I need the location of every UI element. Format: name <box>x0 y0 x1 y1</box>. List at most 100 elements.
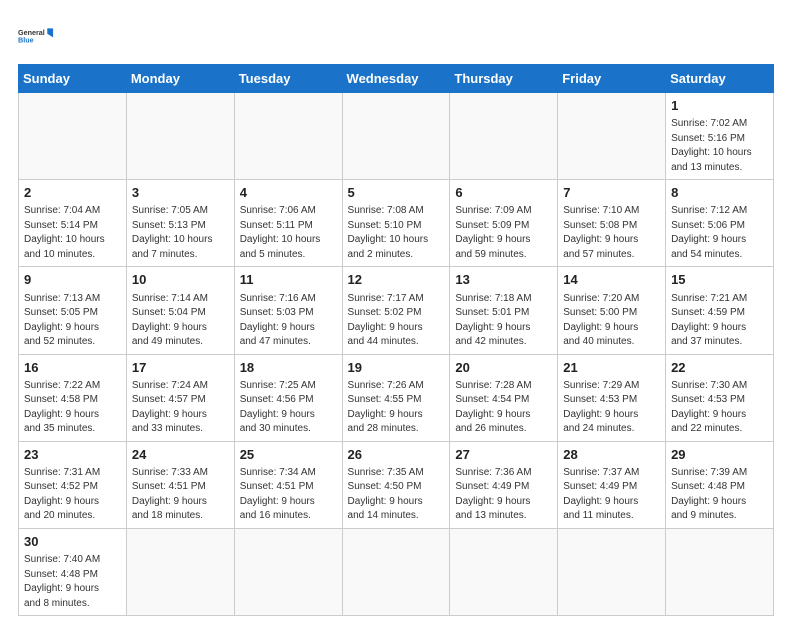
day-info: Sunrise: 7:08 AM Sunset: 5:10 PM Dayligh… <box>348 204 445 262</box>
calendar-cell: 30Sunrise: 7:40 AM Sunset: 4:48 PM Dayli… <box>19 528 127 615</box>
day-number: 16 <box>24 359 121 377</box>
calendar-cell: 1 Sunrise: 7:02 AM Sunset: 5:16 PM Daylig… <box>666 93 774 180</box>
weekday-header-saturday: Saturday <box>666 65 774 93</box>
day-info: Sunrise: 7:25 AM Sunset: 4:56 PM Dayligh… <box>240 379 337 437</box>
weekday-header-row: SundayMondayTuesdayWednesdayThursdayFrid… <box>19 65 774 93</box>
day-number: 21 <box>563 359 660 377</box>
day-info: Sunrise: 7:13 AM Sunset: 5:05 PM Dayligh… <box>24 292 121 350</box>
day-number: 26 <box>348 446 445 464</box>
day-number: 18 <box>240 359 337 377</box>
calendar-cell: 18 Sunrise: 7:25 AM Sunset: 4:56 PM Dayli… <box>234 354 342 441</box>
calendar-cell: 17 Sunrise: 7:24 AM Sunset: 4:57 PM Dayli… <box>126 354 234 441</box>
calendar-cell: 25Sunrise: 7:34 AM Sunset: 4:51 PM Dayli… <box>234 441 342 528</box>
day-info: Sunrise: 7:18 AM Sunset: 5:01 PM Dayligh… <box>455 292 552 350</box>
day-number: 3 <box>132 184 229 202</box>
calendar-cell <box>558 93 666 180</box>
day-info: Sunrise: 7:17 AM Sunset: 5:02 PM Dayligh… <box>348 292 445 350</box>
calendar-cell <box>234 528 342 615</box>
day-number: 2 <box>24 184 121 202</box>
calendar-cell <box>342 93 450 180</box>
day-number: 23 <box>24 446 121 464</box>
day-info: Sunrise: 7:12 AM Sunset: 5:06 PM Dayligh… <box>671 204 768 262</box>
page: GeneralBlue SundayMondayTuesdayWednesday… <box>0 0 792 626</box>
calendar-cell: 29Sunrise: 7:39 AM Sunset: 4:48 PM Dayli… <box>666 441 774 528</box>
day-number: 5 <box>348 184 445 202</box>
day-number: 20 <box>455 359 552 377</box>
day-number: 15 <box>671 271 768 289</box>
day-number: 4 <box>240 184 337 202</box>
calendar-cell <box>19 93 127 180</box>
calendar-cell: 28 Sunrise: 7:37 AM Sunset: 4:49 PM Dayli… <box>558 441 666 528</box>
day-info: Sunrise: 7:21 AM Sunset: 4:59 PM Dayligh… <box>671 292 768 350</box>
calendar-cell <box>126 93 234 180</box>
calendar-cell <box>342 528 450 615</box>
calendar-cell: 19Sunrise: 7:26 AM Sunset: 4:55 PM Dayli… <box>342 354 450 441</box>
calendar-cell: 27 Sunrise: 7:36 AM Sunset: 4:49 PM Dayli… <box>450 441 558 528</box>
logo: GeneralBlue <box>18 18 54 54</box>
day-number: 6 <box>455 184 552 202</box>
calendar-cell <box>450 93 558 180</box>
calendar-cell: 7 Sunrise: 7:10 AM Sunset: 5:08 PM Daylig… <box>558 180 666 267</box>
day-number: 19 <box>348 359 445 377</box>
day-info: Sunrise: 7:31 AM Sunset: 4:52 PM Dayligh… <box>24 466 121 524</box>
calendar-cell: 23 Sunrise: 7:31 AM Sunset: 4:52 PM Dayli… <box>19 441 127 528</box>
day-info: Sunrise: 7:10 AM Sunset: 5:08 PM Dayligh… <box>563 204 660 262</box>
day-number: 13 <box>455 271 552 289</box>
day-number: 27 <box>455 446 552 464</box>
calendar-week-row: 16Sunrise: 7:22 AM Sunset: 4:58 PM Dayli… <box>19 354 774 441</box>
day-number: 17 <box>132 359 229 377</box>
day-number: 7 <box>563 184 660 202</box>
calendar-cell: 9 Sunrise: 7:13 AM Sunset: 5:05 PM Daylig… <box>19 267 127 354</box>
calendar-cell: 11 Sunrise: 7:16 AM Sunset: 5:03 PM Dayli… <box>234 267 342 354</box>
day-number: 29 <box>671 446 768 464</box>
day-number: 14 <box>563 271 660 289</box>
day-info: Sunrise: 7:30 AM Sunset: 4:53 PM Dayligh… <box>671 379 768 437</box>
day-info: Sunrise: 7:02 AM Sunset: 5:16 PM Dayligh… <box>671 117 768 175</box>
calendar-week-row: 2Sunrise: 7:04 AM Sunset: 5:14 PM Daylig… <box>19 180 774 267</box>
day-info: Sunrise: 7:14 AM Sunset: 5:04 PM Dayligh… <box>132 292 229 350</box>
day-info: Sunrise: 7:35 AM Sunset: 4:50 PM Dayligh… <box>348 466 445 524</box>
day-number: 25 <box>240 446 337 464</box>
day-info: Sunrise: 7:24 AM Sunset: 4:57 PM Dayligh… <box>132 379 229 437</box>
calendar-cell: 13 Sunrise: 7:18 AM Sunset: 5:01 PM Dayli… <box>450 267 558 354</box>
weekday-header-friday: Friday <box>558 65 666 93</box>
calendar-cell: 14Sunrise: 7:20 AM Sunset: 5:00 PM Dayli… <box>558 267 666 354</box>
day-number: 8 <box>671 184 768 202</box>
calendar-table: SundayMondayTuesdayWednesdayThursdayFrid… <box>18 64 774 616</box>
day-info: Sunrise: 7:28 AM Sunset: 4:54 PM Dayligh… <box>455 379 552 437</box>
calendar-cell <box>234 93 342 180</box>
calendar-cell: 22 Sunrise: 7:30 AM Sunset: 4:53 PM Dayli… <box>666 354 774 441</box>
calendar-cell: 8 Sunrise: 7:12 AM Sunset: 5:06 PM Daylig… <box>666 180 774 267</box>
day-number: 11 <box>240 271 337 289</box>
calendar-week-row: 30Sunrise: 7:40 AM Sunset: 4:48 PM Dayli… <box>19 528 774 615</box>
calendar-cell <box>450 528 558 615</box>
weekday-header-monday: Monday <box>126 65 234 93</box>
day-info: Sunrise: 7:37 AM Sunset: 4:49 PM Dayligh… <box>563 466 660 524</box>
day-number: 22 <box>671 359 768 377</box>
day-number: 12 <box>348 271 445 289</box>
day-number: 10 <box>132 271 229 289</box>
calendar-cell: 26 Sunrise: 7:35 AM Sunset: 4:50 PM Dayli… <box>342 441 450 528</box>
day-number: 28 <box>563 446 660 464</box>
day-number: 24 <box>132 446 229 464</box>
svg-text:Blue: Blue <box>18 36 34 45</box>
calendar-cell: 15 Sunrise: 7:21 AM Sunset: 4:59 PM Dayli… <box>666 267 774 354</box>
day-number: 30 <box>24 533 121 551</box>
day-info: Sunrise: 7:33 AM Sunset: 4:51 PM Dayligh… <box>132 466 229 524</box>
weekday-header-wednesday: Wednesday <box>342 65 450 93</box>
weekday-header-sunday: Sunday <box>19 65 127 93</box>
calendar-cell: 16Sunrise: 7:22 AM Sunset: 4:58 PM Dayli… <box>19 354 127 441</box>
calendar-cell: 6 Sunrise: 7:09 AM Sunset: 5:09 PM Daylig… <box>450 180 558 267</box>
day-info: Sunrise: 7:16 AM Sunset: 5:03 PM Dayligh… <box>240 292 337 350</box>
calendar-cell: 24 Sunrise: 7:33 AM Sunset: 4:51 PM Dayli… <box>126 441 234 528</box>
calendar-week-row: 9 Sunrise: 7:13 AM Sunset: 5:05 PM Daylig… <box>19 267 774 354</box>
day-info: Sunrise: 7:09 AM Sunset: 5:09 PM Dayligh… <box>455 204 552 262</box>
day-number: 9 <box>24 271 121 289</box>
calendar-week-row: 23 Sunrise: 7:31 AM Sunset: 4:52 PM Dayli… <box>19 441 774 528</box>
weekday-header-tuesday: Tuesday <box>234 65 342 93</box>
day-info: Sunrise: 7:36 AM Sunset: 4:49 PM Dayligh… <box>455 466 552 524</box>
calendar-cell: 12 Sunrise: 7:17 AM Sunset: 5:02 PM Dayli… <box>342 267 450 354</box>
day-number: 1 <box>671 97 768 115</box>
calendar-cell: 5 Sunrise: 7:08 AM Sunset: 5:10 PM Daylig… <box>342 180 450 267</box>
day-info: Sunrise: 7:06 AM Sunset: 5:11 PM Dayligh… <box>240 204 337 262</box>
